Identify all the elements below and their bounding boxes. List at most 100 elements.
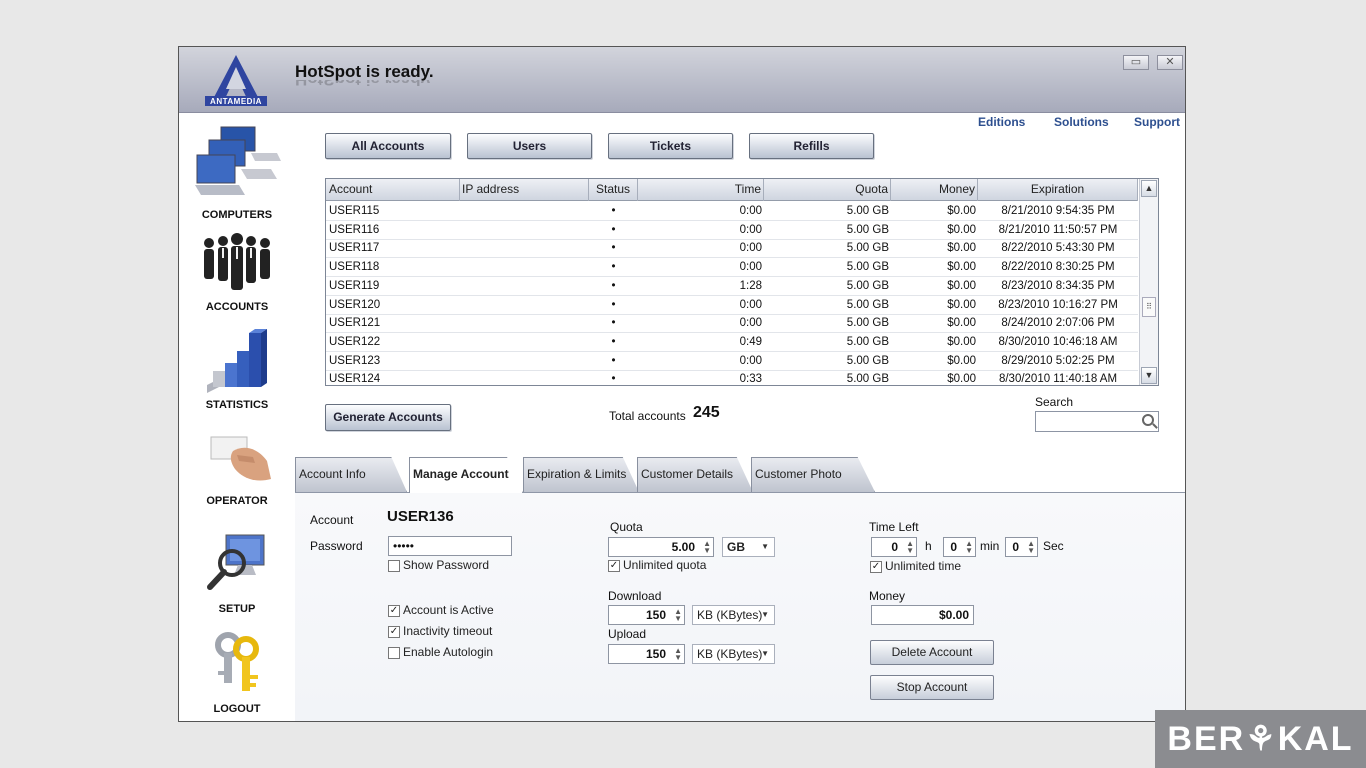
tickets-button[interactable]: Tickets	[608, 133, 733, 159]
scroll-thumb[interactable]: ⠿	[1142, 297, 1156, 317]
stepper-arrows-icon[interactable]: ▲ ▼	[703, 540, 711, 555]
stop-account-button[interactable]: Stop Account	[870, 675, 994, 700]
unlimited-time-checkbox[interactable]: ✓	[870, 561, 882, 573]
table-cell: $0.00	[947, 205, 976, 217]
table-row[interactable]: USER119 • 1:28 5.00 GB $0.00 8/23/2010 8:34:3…	[326, 277, 1138, 296]
download-stepper[interactable]: 150 ▲ ▼	[608, 605, 685, 625]
quota-unit-select[interactable]: GB ▼	[722, 537, 775, 557]
delete-account-button[interactable]: Delete Account	[870, 640, 994, 665]
hours-stepper[interactable]: 0 ▲ ▼	[871, 537, 917, 557]
refills-button[interactable]: Refills	[749, 133, 874, 159]
tab-account-info[interactable]: Account Info	[295, 457, 407, 492]
sidebar-item-setup[interactable]: SETUP	[187, 531, 287, 619]
column-status[interactable]: Status	[589, 179, 638, 201]
close-button[interactable]: ✕	[1157, 55, 1183, 70]
stepper-arrows-icon[interactable]: ▲ ▼	[674, 608, 682, 623]
table-cell: 0:00	[739, 223, 762, 236]
sidebar-item-computers[interactable]: COMPUTERS	[187, 121, 287, 221]
tab-customer-photo[interactable]: Customer Photo	[751, 457, 875, 492]
table-cell: 1:28	[739, 279, 762, 292]
show-password-checkbox[interactable]	[388, 560, 400, 572]
sidebar-item-logout[interactable]: LOGOUT	[187, 629, 287, 721]
unlimited-quota-checkbox[interactable]: ✓	[608, 560, 620, 572]
stepper-arrows-icon[interactable]: ▲ ▼	[1027, 540, 1035, 555]
table-cell: 8/23/2010 8:34:35 PM	[1001, 279, 1115, 292]
stepper-arrows-icon[interactable]: ▲ ▼	[965, 540, 973, 555]
tab-manage-account[interactable]: Manage Account	[409, 457, 523, 493]
minimize-button[interactable]: ▭	[1123, 55, 1149, 70]
stepper-arrows-icon[interactable]: ▲ ▼	[674, 647, 682, 662]
table-cell: 5.00 GB	[846, 354, 889, 367]
chevron-down-icon: ▼	[761, 649, 769, 658]
all-accounts-button[interactable]: All Accounts	[325, 133, 451, 159]
column-time[interactable]: Time	[638, 179, 764, 201]
download-unit-select[interactable]: KB (KBytes) ▼	[692, 605, 775, 625]
table-cell: 8/29/2010 5:02:25 PM	[1001, 354, 1115, 367]
table-row[interactable]: USER118 • 0:00 5.00 GB $0.00 8/22/2010 8:30:2…	[326, 258, 1138, 278]
table-row[interactable]: USER122 • 0:49 5.00 GB $0.00 8/30/2010 10:46:…	[326, 333, 1138, 352]
table-row[interactable]: USER124 • 0:33 5.00 GB $0.00 8/30/2010 11:40:…	[326, 370, 1138, 386]
tab-customer-details[interactable]: Customer Details	[637, 457, 753, 492]
sidebar-item-label: OPERATOR	[206, 495, 268, 507]
keys-icon	[215, 632, 259, 691]
table-cell: 5.00 GB	[846, 223, 889, 236]
upload-label: Upload	[608, 627, 647, 641]
table-cell: 5.00 GB	[846, 298, 889, 311]
tab-expiration-limits[interactable]: Expiration & Limits	[523, 457, 639, 492]
total-accounts-value: 245	[693, 404, 720, 421]
generate-accounts-button[interactable]: Generate Accounts	[325, 404, 451, 431]
quota-value: 5.00	[671, 540, 695, 554]
money-field[interactable]: $0.00	[871, 605, 974, 625]
upload-unit-select[interactable]: KB (KBytes) ▼	[692, 644, 775, 664]
quota-stepper[interactable]: 5.00 ▲ ▼	[608, 537, 714, 557]
sidebar-item-label: SETUP	[218, 603, 256, 615]
search-label: Search	[1035, 395, 1074, 409]
column-quota[interactable]: Quota	[764, 179, 891, 201]
table-cell: USER123	[329, 354, 381, 367]
table-cell: •	[611, 205, 616, 217]
column-money[interactable]: Money	[891, 179, 978, 201]
minutes-stepper[interactable]: 0 ▲ ▼	[943, 537, 976, 557]
table-cell: 0:49	[739, 335, 762, 348]
enable-autologin-checkbox[interactable]	[388, 647, 400, 659]
sidebar-item-label: STATISTICS	[205, 399, 269, 411]
upload-stepper[interactable]: 150 ▲ ▼	[608, 644, 685, 664]
search-input[interactable]	[1035, 411, 1159, 432]
sidebar-item-statistics[interactable]: STATISTICS	[187, 325, 287, 415]
table-cell: $0.00	[947, 317, 976, 330]
scroll-up-icon[interactable]: ▲	[1141, 180, 1157, 197]
table-cell: •	[611, 354, 616, 367]
stepper-arrows-icon[interactable]: ▲ ▼	[906, 540, 914, 555]
sidebar-item-operator[interactable]: OPERATOR	[187, 433, 287, 519]
editions-link[interactable]: Editions	[978, 115, 1025, 129]
seconds-stepper[interactable]: 0 ▲ ▼	[1005, 537, 1038, 557]
column-expiration[interactable]: Expiration	[978, 179, 1138, 201]
table-row[interactable]: USER116 • 0:00 5.00 GB $0.00 8/21/2010 11:50:…	[326, 221, 1138, 240]
hours-unit-label: h	[925, 539, 932, 553]
table-cell: •	[611, 279, 616, 292]
solutions-link[interactable]: Solutions	[1054, 115, 1109, 129]
sidebar-item-accounts[interactable]: ACCOUNTS	[187, 231, 287, 321]
inactivity-timeout-checkbox[interactable]: ✓	[388, 626, 400, 638]
table-row[interactable]: USER117 • 0:00 5.00 GB $0.00 8/22/2010 5:43:3…	[326, 239, 1138, 259]
table-scrollbar[interactable]: ▲ ⠿ ▼	[1139, 179, 1158, 385]
password-field[interactable]: •••••	[388, 536, 512, 556]
support-link[interactable]: Support	[1134, 115, 1180, 129]
upload-unit-value: KB (KBytes)	[697, 647, 763, 661]
account-active-checkbox[interactable]: ✓	[388, 605, 400, 617]
table-row[interactable]: USER121 • 0:00 5.00 GB $0.00 8/24/2010 2:07:0…	[326, 314, 1138, 334]
sidebar-item-label: ACCOUNTS	[205, 301, 269, 313]
table-row[interactable]: USER123 • 0:00 5.00 GB $0.00 8/29/2010 5:02:2…	[326, 352, 1138, 371]
table-cell: •	[611, 242, 616, 255]
table-header: Account IP address Status Time Quota Mon…	[326, 179, 1138, 201]
column-account[interactable]: Account	[326, 179, 460, 201]
table-row[interactable]: USER120 • 0:00 5.00 GB $0.00 8/23/2010 10:16:…	[326, 296, 1138, 315]
column-ip-address[interactable]: IP address	[460, 179, 589, 201]
accounts-table: Account IP address Status Time Quota Mon…	[325, 178, 1159, 386]
search-icon[interactable]	[1142, 414, 1154, 426]
table-cell: 0:33	[739, 373, 762, 386]
app-title: HotSpot is ready.	[295, 62, 434, 81]
scroll-down-icon[interactable]: ▼	[1141, 367, 1157, 384]
table-row[interactable]: USER115 • 0:00 5.00 GB $0.00 8/21/2010 9:54:3…	[326, 202, 1138, 221]
users-button[interactable]: Users	[467, 133, 592, 159]
